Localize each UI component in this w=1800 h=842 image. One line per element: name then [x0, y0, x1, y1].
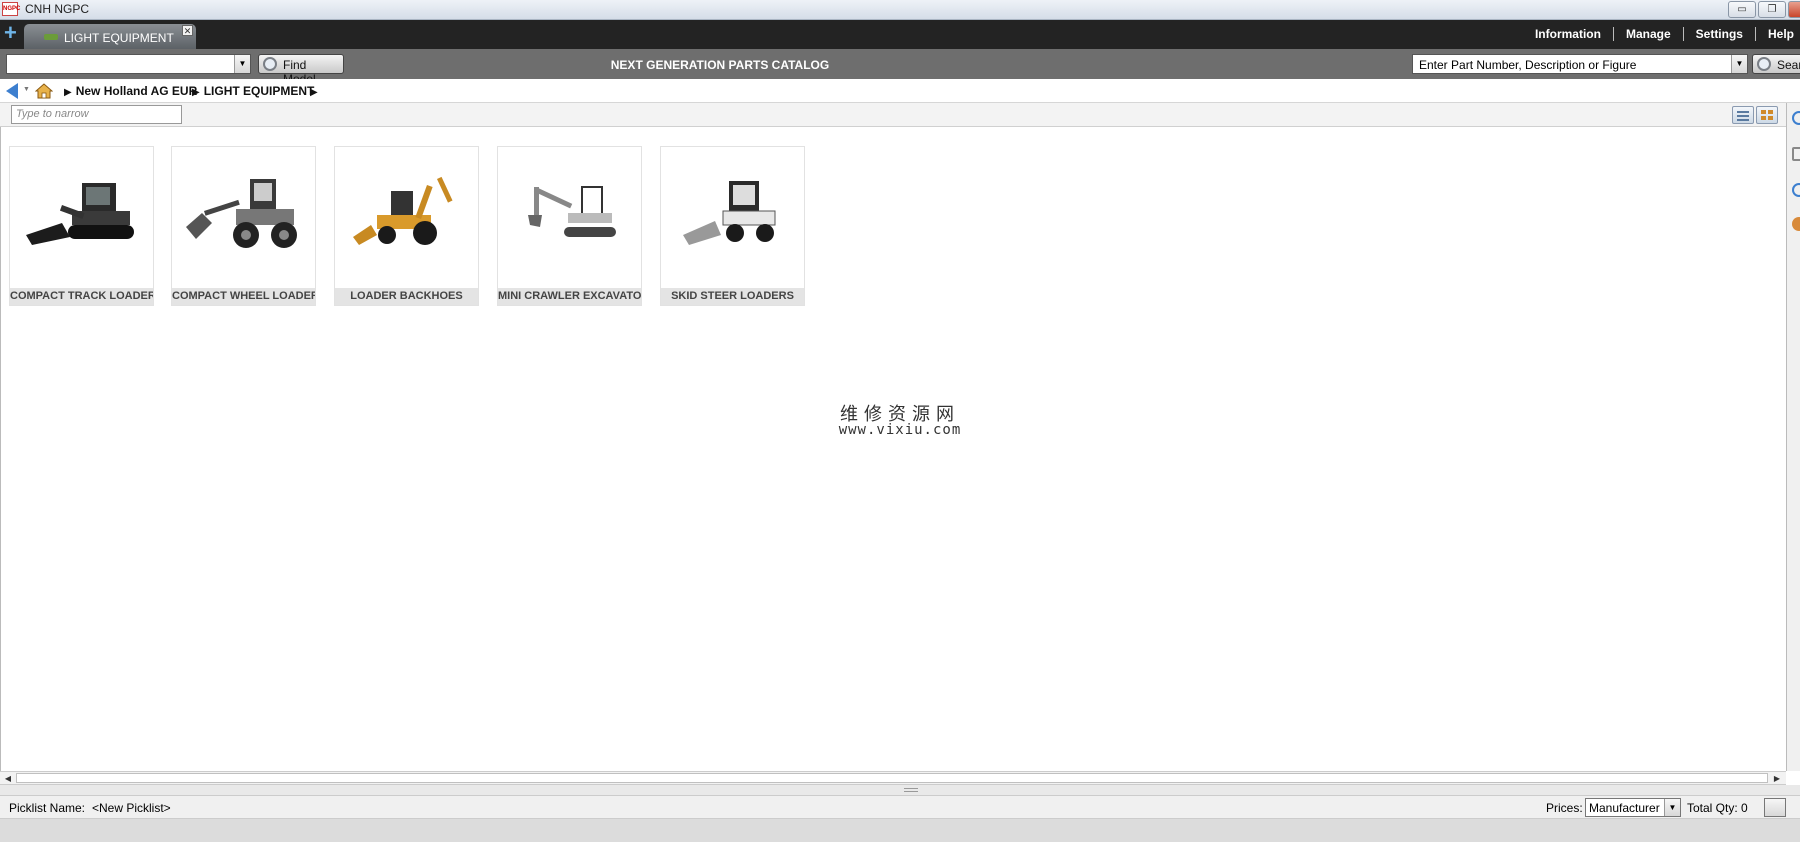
- catalog-title: NEXT GENERATION PARTS CATALOG: [610, 58, 830, 72]
- horizontal-scrollbar[interactable]: ◀ ▶: [0, 771, 1786, 785]
- globe-icon[interactable]: [1792, 183, 1800, 197]
- add-tab-icon[interactable]: +: [4, 22, 20, 44]
- search-button[interactable]: Search: [1752, 54, 1800, 74]
- equipment-icon: [44, 34, 58, 40]
- picklist-label: Picklist Name:: [9, 801, 86, 815]
- loader-backhoe-image: [353, 176, 453, 245]
- history-dropdown-icon[interactable]: ▼: [23, 86, 30, 93]
- prices-select[interactable]: Manufacturer ▼: [1585, 798, 1681, 817]
- panel-splitter[interactable]: [0, 785, 1800, 795]
- window-title: CNH NGPC: [25, 2, 90, 16]
- scrollbar-thumb[interactable]: [16, 773, 1768, 783]
- tab-bar: + LIGHT EQUIPMENT ✕ Information Manage S…: [0, 20, 1800, 49]
- minimize-button[interactable]: ▭: [1728, 1, 1756, 18]
- zoom-icon[interactable]: [1792, 111, 1800, 125]
- menu-settings[interactable]: Settings: [1684, 27, 1756, 41]
- part-search-placeholder: Enter Part Number, Description or Figure: [1419, 58, 1637, 72]
- status-bar: Picklist Name: <New Picklist> Prices: Ma…: [0, 795, 1800, 819]
- category-card[interactable]: MINI CRAWLER EXCAVATOR: [497, 146, 642, 306]
- top-menu: Information Manage Settings Help: [1523, 27, 1800, 41]
- category-card[interactable]: COMPACT WHEEL LOADERS: [171, 146, 316, 306]
- part-search-input[interactable]: Enter Part Number, Description or Figure…: [1412, 54, 1748, 74]
- category-grid: COMPACT TRACK LOADERS COMPACT WHEEL LOAD…: [0, 127, 1786, 771]
- chevron-down-icon[interactable]: ▼: [1664, 799, 1680, 816]
- category-label: SKID STEER LOADERS: [661, 288, 804, 305]
- compact-track-loader-image: [26, 183, 134, 245]
- prices-label: Prices:: [1546, 801, 1583, 815]
- title-bar: NGPC CNH NGPC ▭ ❐: [0, 0, 1800, 20]
- close-tab-icon[interactable]: ✕: [182, 25, 193, 36]
- category-label: COMPACT TRACK LOADERS: [10, 288, 153, 305]
- search-label: Search: [1777, 58, 1800, 72]
- category-label: COMPACT WHEEL LOADERS: [172, 288, 315, 305]
- breadcrumb: ▼ ▶ New Holland AG EUR ▶ LIGHT EQUIPMENT ▶: [0, 79, 1800, 103]
- category-label: MINI CRAWLER EXCAVATOR: [498, 288, 641, 305]
- watermark-url: www.vixiu.com: [838, 422, 962, 438]
- category-label: LOADER BACKHOES: [335, 288, 478, 305]
- menu-manage[interactable]: Manage: [1614, 27, 1684, 41]
- category-card[interactable]: COMPACT TRACK LOADERS: [9, 146, 154, 306]
- mini-excavator-image: [528, 186, 616, 237]
- side-tool-rail: [1786, 103, 1800, 771]
- category-card[interactable]: SKID STEER LOADERS: [660, 146, 805, 306]
- menu-information[interactable]: Information: [1523, 27, 1614, 41]
- home-icon[interactable]: [35, 83, 53, 99]
- prices-value: Manufacturer: [1589, 801, 1660, 815]
- picklist-name[interactable]: <New Picklist>: [92, 801, 171, 815]
- scroll-left-icon[interactable]: ◀: [1, 773, 15, 784]
- detach-window-icon[interactable]: [1764, 798, 1786, 817]
- print-icon[interactable]: [1792, 147, 1800, 161]
- list-view-icon[interactable]: [1732, 106, 1754, 124]
- tab-label: LIGHT EQUIPMENT: [64, 31, 174, 45]
- total-qty: Total Qty: 0: [1687, 801, 1748, 815]
- search-icon: [1757, 57, 1771, 71]
- back-arrow-icon[interactable]: [6, 83, 18, 99]
- breadcrumb-label: LIGHT EQUIPMENT: [203, 84, 315, 98]
- category-card[interactable]: LOADER BACKHOES: [334, 146, 479, 306]
- narrow-filter-input[interactable]: Type to narrow: [11, 105, 182, 124]
- main-toolbar: ▼ Find Model NEXT GENERATION PARTS CATAL…: [0, 49, 1800, 86]
- skid-steer-loader-image: [683, 181, 776, 245]
- restore-button[interactable]: ❐: [1758, 1, 1786, 18]
- breadcrumb-item[interactable]: ▶ LIGHT EQUIPMENT: [192, 84, 314, 98]
- app-logo-icon: NGPC: [2, 2, 20, 16]
- tab-light-equipment[interactable]: LIGHT EQUIPMENT ✕: [24, 24, 196, 49]
- filter-bar: Type to narrow: [0, 103, 1786, 127]
- close-button[interactable]: [1788, 1, 1800, 18]
- bottom-bar: [0, 819, 1800, 842]
- breadcrumb-next-icon[interactable]: ▶: [310, 84, 322, 98]
- menu-help[interactable]: Help: [1756, 27, 1800, 41]
- chevron-down-icon[interactable]: ▼: [1731, 55, 1747, 73]
- scroll-right-icon[interactable]: ▶: [1770, 773, 1784, 784]
- user-icon[interactable]: [1792, 217, 1800, 231]
- grid-view-icon[interactable]: [1756, 106, 1778, 124]
- breadcrumb-label: New Holland AG EUR: [75, 84, 198, 98]
- breadcrumb-item[interactable]: ▶ New Holland AG EUR: [64, 84, 197, 98]
- splitter-grip-icon[interactable]: [904, 788, 918, 792]
- compact-wheel-loader-image: [186, 179, 297, 248]
